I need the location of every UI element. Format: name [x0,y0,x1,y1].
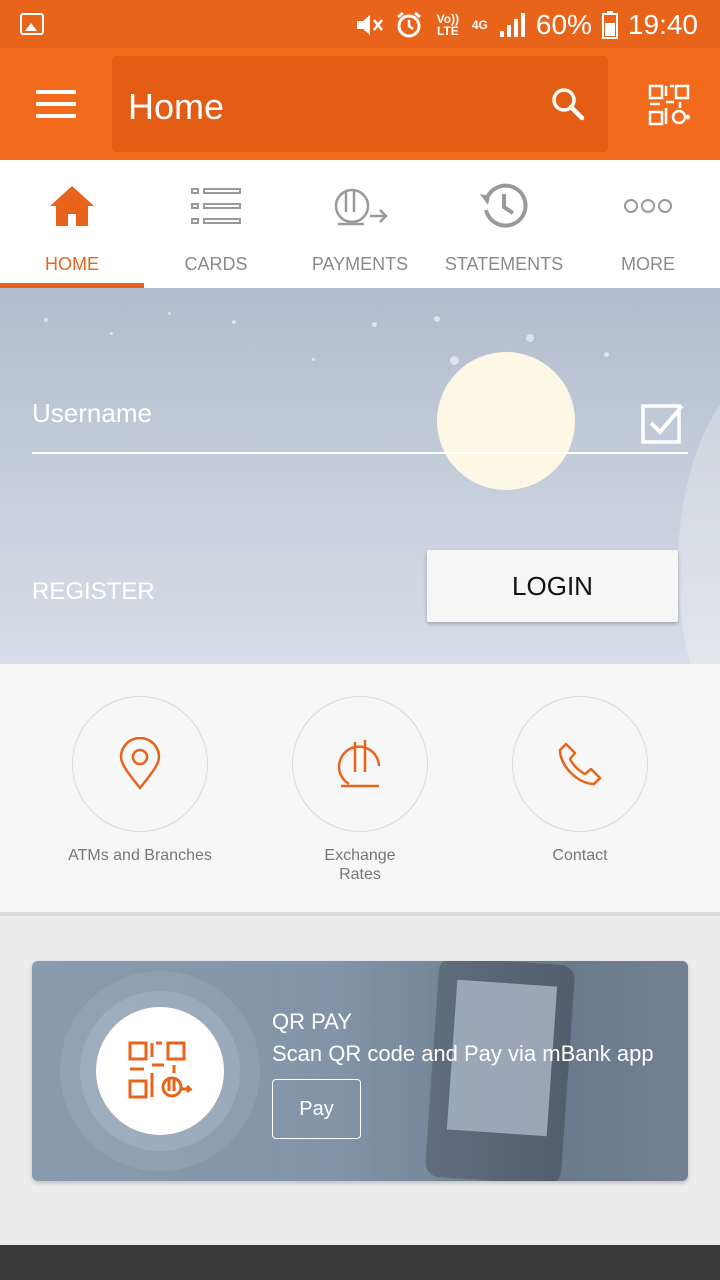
decor-moon [437,352,575,490]
tab-label: PAYMENTS [311,254,409,274]
shortcut-exchange-rates[interactable]: Exchange Rates [260,696,460,884]
search-icon[interactable] [550,86,586,122]
signal-icon [499,13,525,37]
tab-payments[interactable]: PAYMENTS [288,160,432,288]
shortcut-label: Exchange Rates [260,846,460,884]
list-icon [191,188,241,224]
clock: 19:40 [627,9,698,40]
qr-disc [96,1007,224,1135]
decor-dot [526,334,534,342]
username-underline [32,452,688,454]
payment-transfer-icon [334,188,388,226]
remember-checkbox[interactable] [640,400,686,446]
decor-dot [44,318,48,322]
menu-icon[interactable] [36,90,76,120]
decor-dot [312,358,315,361]
bottom-bar [0,1245,720,1280]
tab-more[interactable]: MORE [576,160,720,288]
volte-indicator: Vo)) LTE [436,12,460,38]
decor-dot [450,356,459,365]
decor-dot [110,332,113,335]
tab-home[interactable]: HOME [0,160,144,288]
qr-pay-card[interactable]: QR PAY Scan QR code and Pay via mBank ap… [32,961,688,1181]
history-icon [480,183,528,228]
more-dots-icon [624,199,672,213]
qr-pay-title: QR PAY [272,1009,352,1034]
mute-icon [356,15,383,35]
tab-label: STATEMENTS [444,254,564,274]
exchange-label-line1: Exchange [324,847,396,864]
shortcut-label: Contact [552,847,608,864]
phone-icon [558,742,602,786]
qr-pay-icon [128,1041,192,1099]
shortcut-label: ATMs and Branches [68,847,212,864]
decor-dot [434,316,440,322]
home-icon [50,186,94,226]
decor-dot [168,312,171,315]
lari-currency-icon [337,740,381,788]
qr-pay-description: Scan QR code and Pay via mBank app [272,1041,654,1066]
login-panel: Username REGISTER LOGIN [0,288,720,664]
shortcuts-panel: ATMs and Branches Exchange Rates Contact [0,664,720,916]
qr-pay-icon[interactable] [648,84,690,126]
pay-button[interactable]: Pay [272,1079,361,1139]
login-button[interactable]: LOGIN [427,550,678,622]
app-bar: Home [0,48,720,160]
tab-cards[interactable]: CARDS [144,160,288,288]
shortcut-atms[interactable]: ATMs and Branches [40,696,240,865]
exchange-label-line2: Rates [339,866,381,883]
tab-label: MORE [621,254,675,274]
decor-dot [372,322,377,327]
decor-dot [232,320,236,324]
tab-statements[interactable]: STATEMENTS [432,160,576,288]
username-input[interactable]: Username [32,398,152,429]
status-bar: Vo)) LTE 4G 60% 19:40 [0,0,720,48]
battery-icon [601,11,618,39]
network-type: 4G [471,18,488,32]
battery-percent: 60% [535,9,592,40]
search-box[interactable]: Home [112,56,608,152]
tab-label: CARDS [184,254,248,274]
page-title: Home [128,86,225,127]
image-icon [20,13,44,35]
shortcut-contact[interactable]: Contact [480,696,680,865]
alarm-icon [396,11,421,38]
register-link[interactable]: REGISTER [32,578,155,606]
tab-bar: HOME CARDS PAYMENTS STATEMENTS MORE [0,160,720,288]
decor-dot [604,352,609,357]
location-pin-icon [119,737,161,791]
tab-label: HOME [45,254,99,274]
